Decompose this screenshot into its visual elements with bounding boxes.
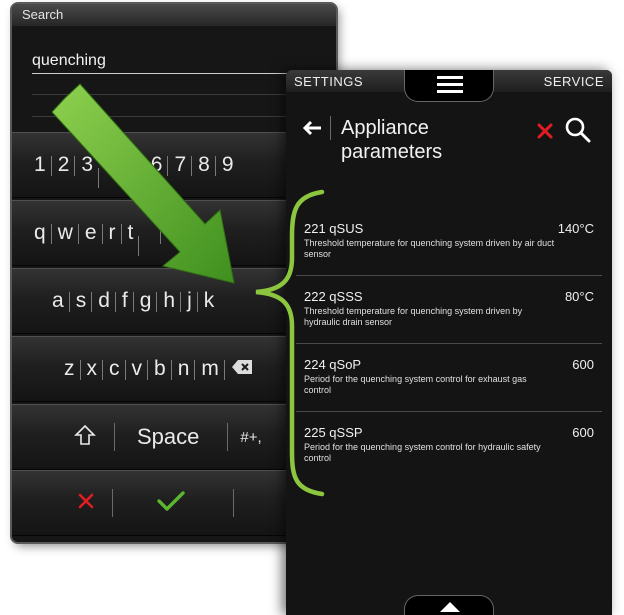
key-3[interactable]: 3 — [74, 153, 99, 177]
service-panel: SETTINGS SERVICE Appliance parameters 22… — [286, 70, 612, 615]
checkmark-icon — [157, 490, 185, 511]
parameter-code: 225 qSSP — [304, 425, 363, 440]
divider — [114, 423, 115, 451]
search-query: quenching — [32, 52, 106, 69]
key-u[interactable]: u — [160, 221, 185, 245]
key-c[interactable]: c — [102, 357, 126, 381]
key-2[interactable]: 2 — [50, 153, 76, 177]
settings-tab[interactable]: SETTINGS — [294, 74, 363, 89]
close-button[interactable] — [536, 122, 556, 142]
key-d[interactable]: d — [91, 289, 116, 313]
divider — [227, 423, 229, 451]
key-z[interactable]: z — [58, 357, 81, 381]
divider — [233, 489, 234, 517]
confirm-button[interactable] — [157, 490, 185, 517]
parameter-row[interactable]: 222 qSSS 80°C Threshold temperature for … — [296, 278, 602, 344]
shift-up-arrow-icon — [74, 424, 96, 445]
parameter-code: 224 qSoP — [304, 357, 362, 372]
close-icon — [537, 123, 553, 139]
back-button[interactable] — [302, 120, 324, 138]
key-k[interactable]: k — [196, 289, 221, 313]
key-b[interactable]: b — [147, 357, 172, 381]
parameter-description: Period for the quenching system control … — [304, 374, 527, 395]
key-t[interactable]: t — [120, 221, 140, 245]
page-title: Appliance parameters — [341, 117, 443, 163]
parameter-description: Period for the quenching system control … — [304, 442, 541, 463]
search-button[interactable] — [564, 116, 592, 144]
key-m[interactable]: m — [194, 357, 225, 381]
key-s[interactable]: s — [68, 289, 93, 313]
parameter-row[interactable]: 225 qSSP 600 Period for the quenching sy… — [296, 414, 602, 480]
symbols-key[interactable]: #+, — [240, 429, 261, 446]
parameter-description: Threshold temperature for quenching syst… — [304, 238, 555, 259]
scroll-up-button[interactable] — [404, 595, 494, 615]
divider — [112, 489, 113, 517]
key-a[interactable]: a — [46, 289, 70, 313]
menu-button[interactable] — [404, 70, 494, 102]
service-tab[interactable]: SERVICE — [544, 74, 604, 89]
parameter-row[interactable]: 221 qSUS 140°C Threshold temperature for… — [296, 210, 602, 276]
key-f[interactable]: f — [114, 289, 134, 313]
cancel-button[interactable] — [78, 493, 96, 514]
parameter-row[interactable]: 224 qSoP 600 Period for the quenching sy… — [296, 346, 602, 412]
search-title: Search — [12, 4, 336, 26]
search-icon — [565, 117, 591, 143]
parameter-code: 221 qSUS — [304, 221, 364, 236]
parameter-value: 600 — [572, 357, 594, 372]
parameter-value: 80°C — [564, 289, 594, 304]
key-g[interactable]: g — [132, 289, 158, 313]
up-arrow-icon — [440, 602, 460, 612]
key-r[interactable]: r — [101, 221, 122, 245]
back-arrow-icon — [302, 120, 321, 136]
key-i[interactable]: i — [184, 221, 202, 245]
parameter-value: 600 — [572, 425, 594, 440]
hamburger-menu-icon — [437, 76, 463, 94]
key-n[interactable]: n — [170, 357, 196, 381]
key-v[interactable]: v — [124, 357, 149, 381]
key-8[interactable]: 8 — [191, 153, 216, 177]
key-5[interactable]: 5 — [120, 153, 145, 177]
key-h[interactable]: h — [156, 289, 181, 313]
key-j[interactable]: j — [180, 289, 198, 313]
divider — [330, 116, 331, 140]
parameter-code: 222 qSSS — [304, 289, 363, 304]
parameter-description: Threshold temperature for quenching syst… — [304, 306, 523, 327]
key-6[interactable]: 6 — [143, 153, 169, 177]
key-7[interactable]: 7 — [167, 153, 192, 177]
key-x[interactable]: x — [79, 357, 104, 381]
x-icon — [78, 493, 94, 508]
backspace-key[interactable] — [223, 357, 259, 381]
key-q[interactable]: q — [28, 221, 52, 245]
parameter-value: 140°C — [557, 221, 594, 236]
backspace-icon — [231, 360, 252, 374]
key-1[interactable]: 1 — [28, 153, 52, 177]
key-o[interactable]: o — [200, 221, 226, 245]
key-w[interactable]: w — [50, 221, 79, 245]
key-e[interactable]: e — [77, 221, 103, 245]
key-9[interactable]: 9 — [214, 153, 240, 177]
shift-key[interactable] — [74, 424, 100, 451]
space-key[interactable]: Space — [137, 424, 199, 450]
